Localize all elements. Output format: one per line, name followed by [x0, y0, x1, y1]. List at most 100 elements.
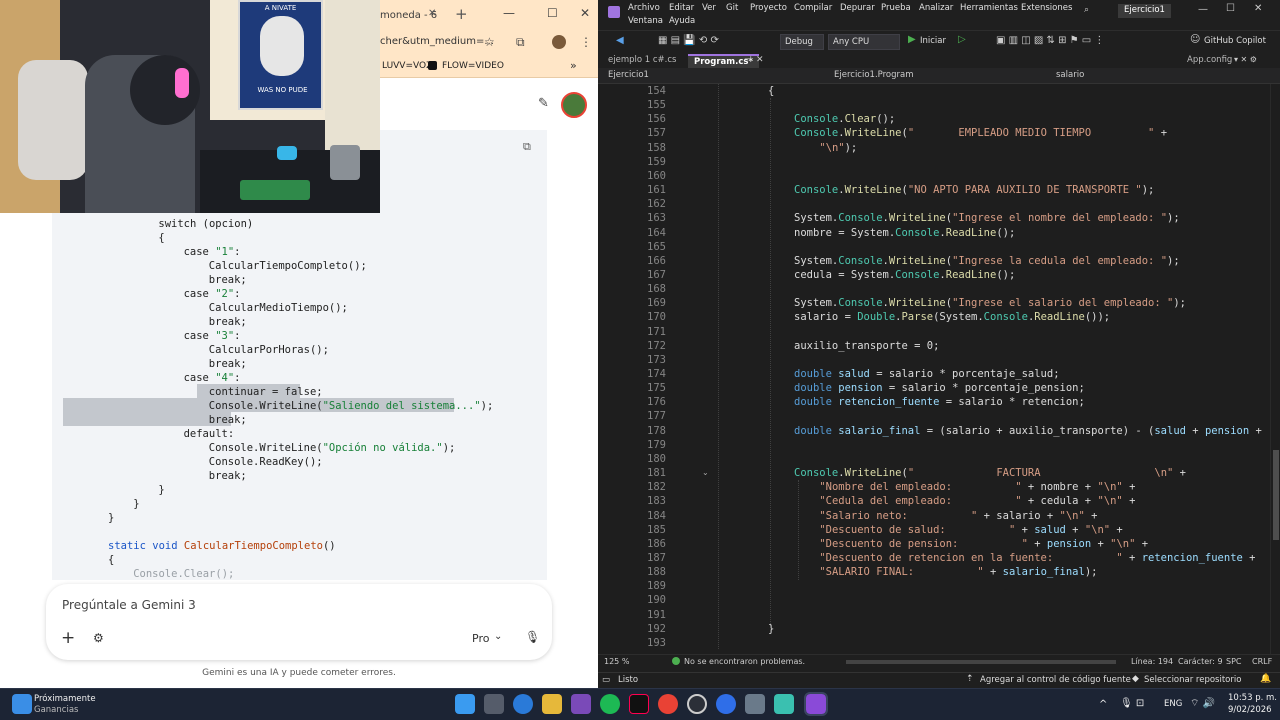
text-selection — [63, 412, 231, 426]
gemini-code-line: case "3": — [183, 330, 241, 342]
task-view-icon[interactable] — [484, 694, 504, 714]
widgets-icon[interactable] — [12, 694, 32, 714]
tab-app-config[interactable]: App.config — [1181, 54, 1238, 68]
close-icon[interactable]: ✕ — [580, 6, 590, 20]
bookmark-2[interactable]: FLOW=VIDEO — [442, 61, 504, 71]
run-button[interactable]: Iniciar — [920, 36, 946, 46]
line-number: 161 — [647, 184, 666, 197]
toolbar-icons-2[interactable]: ▣ ▥ ◫ ▨ ⇅ ⊞ ⚑ ▭ ⋮ — [996, 35, 1104, 46]
menu-item[interactable]: Depurar — [840, 3, 875, 13]
pin-icon[interactable]: ⊣ — [744, 55, 752, 65]
menu-item[interactable]: Proyecto — [750, 3, 787, 13]
run-without-debug-icon[interactable]: ▷ — [958, 34, 966, 45]
fold-collapse-icon[interactable]: ⌄ — [702, 468, 709, 477]
browser-icon[interactable] — [716, 694, 736, 714]
add-icon[interactable]: + — [61, 628, 75, 648]
scroll-thumb[interactable] — [1273, 450, 1279, 540]
settings-icon[interactable] — [745, 694, 765, 714]
bookmark-star-icon[interactable]: ☆ — [484, 35, 495, 49]
vs-minimize-icon[interactable]: — — [1198, 4, 1208, 15]
widget-subtitle[interactable]: Ganancias — [34, 705, 78, 715]
line-number: 180 — [647, 452, 666, 465]
menu-item[interactable]: Editar — [669, 3, 694, 13]
edge-icon[interactable] — [513, 694, 533, 714]
problems-status[interactable]: No se encontraron problemas. — [684, 657, 805, 666]
user-avatar[interactable] — [561, 92, 587, 118]
run-icon[interactable]: ▶ — [908, 34, 916, 45]
chevron-down-icon[interactable]: ⌄ — [494, 631, 502, 642]
zoom-level[interactable]: 125 % — [604, 657, 629, 666]
address-url[interactable]: cher&utm_medium=... — [380, 36, 494, 47]
config-dropdown[interactable]: Debug — [780, 34, 824, 50]
file-explorer-icon[interactable] — [542, 694, 562, 714]
menu-item[interactable]: Herramientas — [960, 3, 1018, 13]
line-number: 179 — [647, 438, 666, 451]
prompt-input[interactable]: Pregúntale a Gemini 3 — [62, 598, 196, 612]
back-icon[interactable]: ◀ — [616, 35, 624, 46]
tab-close-icon[interactable]: ✕ — [756, 55, 764, 65]
tab-ejemplo[interactable]: ejemplo 1 c#.cs — [602, 54, 682, 68]
tab-close-icon[interactable]: ✕ — [428, 8, 436, 19]
profile-avatar[interactable] — [552, 35, 566, 49]
menu-item[interactable]: Ventana — [628, 16, 663, 26]
menu-item[interactable]: Analizar — [919, 3, 953, 13]
tray-chevron-icon[interactable]: ^ — [1099, 699, 1107, 710]
bookmark-1[interactable]: LUVV=VOZ — [382, 61, 432, 71]
spacing-indicator[interactable]: SPC — [1226, 657, 1242, 666]
menu-item[interactable]: Archivo — [628, 3, 660, 13]
start-icon[interactable] — [455, 694, 475, 714]
edit-icon[interactable]: ✎ — [538, 96, 549, 111]
line-number: 157 — [647, 127, 666, 140]
vertical-scrollbar[interactable] — [1270, 84, 1280, 654]
platform-dropdown[interactable]: Any CPU — [828, 34, 900, 50]
copilot-icon[interactable]: ☺ — [1190, 34, 1200, 45]
menu-item[interactable]: Ver — [702, 3, 716, 13]
add-source-control[interactable]: Agregar al control de código fuente — [980, 675, 1131, 685]
line-number: 193 — [647, 636, 666, 649]
menu-item[interactable]: Prueba — [881, 3, 911, 13]
new-tab-icon[interactable]: + — [455, 5, 468, 23]
vs-close-icon[interactable]: ✕ — [1254, 3, 1262, 14]
widget-title[interactable]: Próximamente — [34, 694, 96, 704]
copilot-button[interactable]: GitHub Copilot — [1204, 36, 1266, 46]
clock-date[interactable]: 9/02/2026 — [1228, 705, 1272, 715]
app-icon[interactable] — [571, 694, 591, 714]
bookmarks-overflow-icon[interactable]: » — [570, 59, 577, 72]
tray-icons[interactable]: 🎙 ⊡ — [1120, 698, 1144, 709]
notepad-icon[interactable] — [774, 694, 794, 714]
browser-menu-icon[interactable]: ⋮ — [580, 35, 592, 49]
solution-name-badge[interactable]: Ejercicio1 — [1118, 4, 1171, 18]
vs-maximize-icon[interactable]: ☐ — [1226, 3, 1235, 14]
eol-indicator[interactable]: CRLF — [1252, 657, 1272, 666]
obs-icon[interactable] — [687, 694, 707, 714]
nav-member[interactable]: salario — [1056, 70, 1084, 80]
menu-item[interactable]: Git — [726, 3, 738, 13]
toolbar-icons[interactable]: ▦ ▤ 💾 ⟲ ⟳ — [658, 35, 719, 46]
nav-project[interactable]: Ejercicio1 — [608, 70, 649, 80]
horizontal-scrollbar[interactable] — [846, 660, 1116, 664]
menu-item[interactable]: Ayuda — [669, 16, 695, 26]
gemini-code-line: break; — [208, 358, 247, 370]
language-indicator[interactable]: ENG — [1164, 699, 1182, 709]
extensions-icon[interactable]: ⧉ — [516, 35, 525, 50]
copy-icon[interactable]: ⧉ — [523, 140, 531, 154]
tab-actions-icons[interactable]: ▾ ✕ ⚙ — [1234, 55, 1257, 64]
chrome-icon[interactable] — [658, 694, 678, 714]
model-selector[interactable]: Pro — [472, 632, 489, 645]
spotify-icon[interactable] — [600, 694, 620, 714]
tools-icon[interactable]: ⚙ — [93, 631, 104, 645]
nav-class[interactable]: Ejercicio1.Program — [834, 70, 914, 80]
minimize-icon[interactable]: — — [503, 6, 515, 20]
network-volume-icons[interactable]: ⌔ 🔊 — [1190, 697, 1215, 710]
prompt-box[interactable] — [46, 584, 552, 660]
maximize-icon[interactable]: ☐ — [547, 6, 558, 20]
visual-studio-icon[interactable] — [804, 692, 828, 716]
microphone-icon[interactable]: 🎙 — [525, 630, 540, 644]
select-repo[interactable]: Seleccionar repositorio — [1144, 675, 1241, 685]
menu-item[interactable]: Extensiones — [1021, 3, 1072, 13]
menu-item[interactable]: Compilar — [794, 3, 832, 13]
notifications-icon[interactable]: 🔔 — [1260, 674, 1271, 684]
clock-time[interactable]: 10:53 p. m. — [1228, 693, 1277, 703]
search-icon[interactable]: ⌕ — [1084, 5, 1089, 15]
tiktok-icon[interactable] — [629, 694, 649, 714]
